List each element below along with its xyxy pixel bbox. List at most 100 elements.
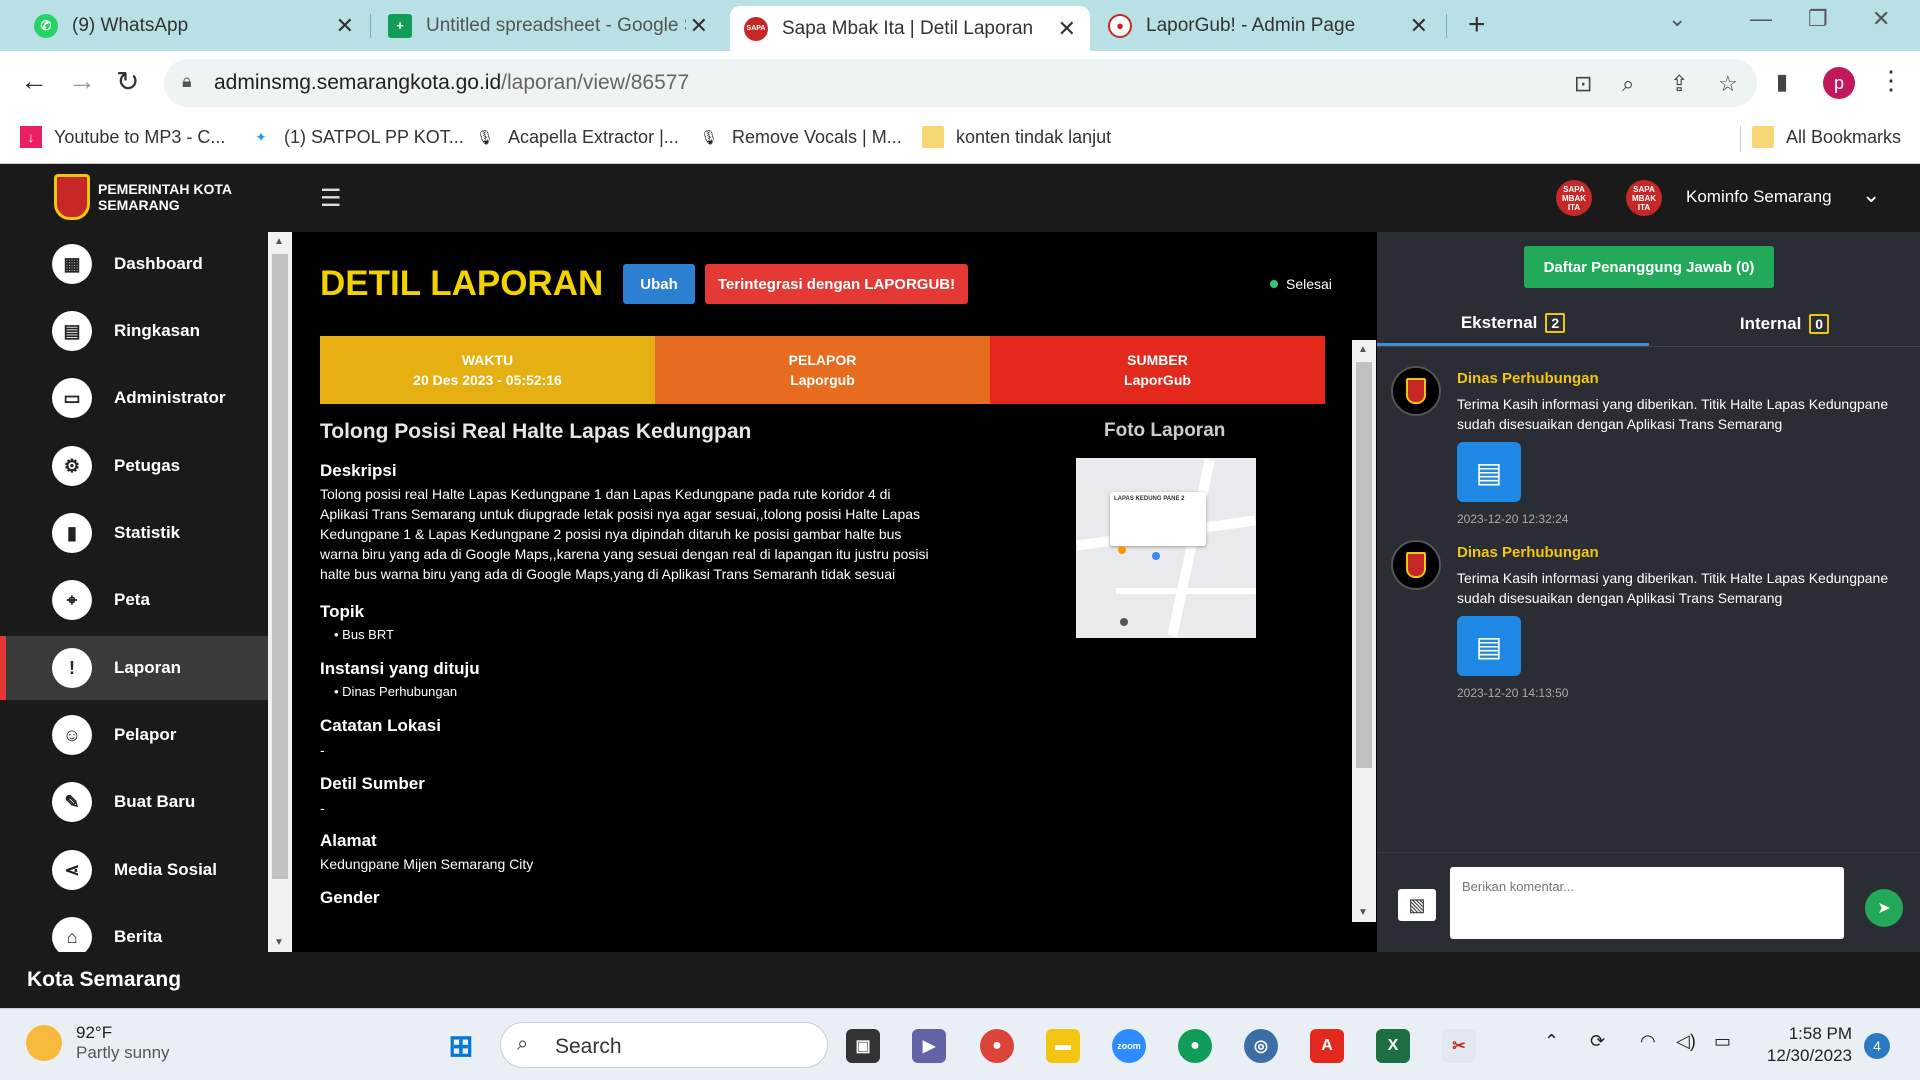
tab-spreadsheet[interactable]: + Untitled spreadsheet - Google Sheets ✕	[374, 0, 722, 51]
scrollbar-thumb[interactable]	[272, 254, 288, 879]
bookmark-star-icon[interactable]: ☆	[1718, 71, 1738, 97]
lock-icon[interactable]: 🔒︎	[182, 71, 192, 92]
hamburger-icon[interactable]: ☰	[320, 184, 342, 213]
crest-icon	[1406, 552, 1426, 578]
whatsapp-icon: ✆	[34, 13, 58, 38]
zoom-icon[interactable]: zoom	[1112, 1029, 1146, 1063]
sidebar-item-administrator[interactable]: ▭ Administrator	[0, 366, 268, 430]
laporgub-integration-button[interactable]: Terintegrasi dengan LAPORGUB!	[705, 264, 968, 304]
user-avatar[interactable]: SAPA MBAK ITA	[1626, 180, 1662, 216]
scroll-up-icon[interactable]: ▲	[274, 236, 284, 247]
tab-search-icon[interactable]: ⌄	[1668, 6, 1686, 32]
close-icon[interactable]: ✕	[1410, 13, 1428, 39]
sidebar-item-statistik[interactable]: ▮ Statistik	[0, 501, 268, 565]
menu-kebab-icon[interactable]: ⋮	[1878, 65, 1904, 96]
scroll-up-icon[interactable]: ▲	[1358, 344, 1368, 355]
catatan-heading: Catatan Lokasi	[320, 716, 441, 735]
chrome-icon[interactable]: ●	[980, 1029, 1014, 1063]
sidebar-item-pelapor[interactable]: ☺ Pelapor	[0, 703, 268, 767]
penanggung-jawab-button[interactable]: Daftar Penanggung Jawab (0)	[1524, 246, 1774, 288]
back-icon[interactable]: ←	[20, 65, 48, 97]
share-icon[interactable]: ⇪	[1670, 71, 1688, 97]
zoom-icon[interactable]: ⌕	[1622, 71, 1634, 97]
close-icon[interactable]: ✕	[690, 13, 708, 39]
teams-icon[interactable]: ▶	[912, 1029, 946, 1063]
tab-label: Internal	[1739, 314, 1802, 333]
windows-start-icon[interactable]: ⊞	[444, 1029, 478, 1063]
bookmark-item[interactable]: konten tindak lanjut	[922, 126, 1111, 148]
sidebar-scrollbar[interactable]: ▲ ▼	[268, 232, 292, 952]
close-icon[interactable]: ✕	[1058, 16, 1076, 42]
comment-timestamp: 2023-12-20 14:13:50	[1457, 686, 1569, 700]
close-icon[interactable]: ✕	[336, 13, 354, 39]
user-name[interactable]: Kominfo Semarang	[1686, 187, 1832, 207]
window-close-icon[interactable]: ✕	[1872, 6, 1890, 32]
bookmark-item[interactable]: ↓ Youtube to MP3 - C...	[20, 126, 225, 148]
task-view-icon[interactable]: ▣	[846, 1029, 880, 1063]
tab-detil-laporan[interactable]: SAPA Sapa Mbak Ita | Detil Laporan ✕	[730, 6, 1090, 51]
reload-icon[interactable]: ↻	[116, 65, 139, 98]
snipping-tool-icon[interactable]: ✂	[1442, 1029, 1476, 1063]
sidepanel-icon[interactable]: ▮	[1776, 69, 1788, 95]
clock[interactable]: 1:58 PM 12/30/2023	[1758, 1023, 1852, 1067]
sidebar-item-buat-baru[interactable]: ✎ Buat Baru	[0, 770, 268, 834]
weather-widget[interactable]: 92°F Partly sunny	[26, 1023, 170, 1063]
scrollbar-thumb[interactable]	[1356, 362, 1372, 768]
scroll-down-icon[interactable]: ▼	[274, 937, 284, 948]
chevron-down-icon[interactable]: ⌄	[1862, 182, 1880, 208]
battery-icon[interactable]: ▭	[1714, 1031, 1731, 1052]
notification-badge[interactable]: 4	[1864, 1033, 1890, 1059]
chevron-up-icon[interactable]: ⌃	[1544, 1031, 1559, 1052]
edit-button[interactable]: Ubah	[623, 264, 695, 304]
bookmark-item[interactable]: 🎙︎ Remove Vocals | M...	[698, 126, 902, 148]
wifi-icon[interactable]: ◠	[1640, 1031, 1656, 1052]
send-icon[interactable]: ➤	[1865, 889, 1903, 927]
deskripsi-line: Kedungpane 1 & Lapas Kedungpane 2 posisi…	[320, 526, 902, 542]
url-bar[interactable]: 🔒︎ adminsmg.semarangkota.go.id/laporan/v…	[164, 59, 1757, 107]
volume-icon[interactable]: ◁)	[1676, 1031, 1696, 1052]
bookmark-item[interactable]: 🎙︎ Acapella Extractor |...	[474, 126, 679, 148]
comment-input[interactable]	[1450, 867, 1844, 939]
sidebar-item-ringkasan[interactable]: ▤ Ringkasan	[0, 299, 268, 363]
deskripsi-text: Tolong posisi real Halte Lapas Kedungpan…	[320, 484, 929, 584]
sidebar-item-dashboard[interactable]: ▦ Dashboard	[0, 232, 268, 296]
folder-icon	[922, 126, 944, 148]
map-card-title: LAPAS KEDUNG PANE 2	[1114, 496, 1185, 502]
scroll-down-icon[interactable]: ▼	[1358, 907, 1368, 918]
new-tab-button[interactable]: +	[1468, 8, 1486, 42]
restore-icon[interactable]: ❐	[1808, 6, 1828, 32]
main-scrollbar[interactable]: ▲ ▼	[1352, 340, 1376, 922]
translate-icon[interactable]: ⊡	[1574, 71, 1592, 97]
sidebar-item-label: Pelapor	[114, 725, 177, 744]
app-logo[interactable]: PEMERINTAH KOTA SEMARANG	[54, 174, 232, 220]
profile-avatar[interactable]: p	[1823, 67, 1855, 99]
app-root: PEMERINTAH KOTA SEMARANG ☰ SAPA MBAK ITA…	[0, 164, 1920, 1008]
chrome-profile-icon[interactable]: ●	[1178, 1029, 1212, 1063]
file-explorer-icon[interactable]: ▬	[1046, 1029, 1080, 1063]
sync-icon[interactable]: ⟳	[1590, 1031, 1605, 1052]
crest-icon	[1406, 378, 1426, 404]
report-photo[interactable]: LAPAS KEDUNG PANE 2	[1076, 458, 1256, 638]
app-icon[interactable]: ◎	[1244, 1029, 1278, 1063]
sidebar-item-peta[interactable]: ⌖ Peta	[0, 568, 268, 632]
tab-internal[interactable]: Internal 0	[1649, 302, 1920, 346]
sidebar-item-laporan[interactable]: ! Laporan	[0, 636, 268, 700]
tab-label: Eksternal	[1460, 312, 1538, 332]
sidebar-item-media-sosial[interactable]: ⋖ Media Sosial	[0, 838, 268, 902]
document-icon[interactable]: ▤	[1457, 442, 1521, 502]
acrobat-icon[interactable]: A	[1310, 1029, 1344, 1063]
forward-icon[interactable]: →	[68, 65, 96, 97]
sidebar-item-petugas[interactable]: ⚙ Petugas	[0, 434, 268, 498]
document-icon[interactable]: ▤	[1457, 616, 1521, 676]
status-text: Selesai	[1286, 276, 1332, 292]
all-bookmarks[interactable]: All Bookmarks	[1752, 126, 1901, 148]
bookmark-item[interactable]: ✦ (1) SATPOL PP KOT...	[250, 126, 464, 148]
tab-laporgub[interactable]: ● LaporGub! - Admin Page ✕	[1094, 0, 1442, 51]
tab-eksternal[interactable]: Eksternal 2	[1377, 302, 1649, 346]
image-upload-icon[interactable]: ▧	[1398, 889, 1436, 921]
tab-whatsapp[interactable]: ✆ (9) WhatsApp ✕	[20, 0, 368, 51]
minimize-icon[interactable]: —	[1750, 6, 1772, 32]
sidebar-item-berita[interactable]: ⌂ Berita	[0, 905, 268, 952]
taskbar-search[interactable]: ⌕ Search	[500, 1022, 828, 1068]
excel-icon[interactable]: X	[1376, 1029, 1410, 1063]
